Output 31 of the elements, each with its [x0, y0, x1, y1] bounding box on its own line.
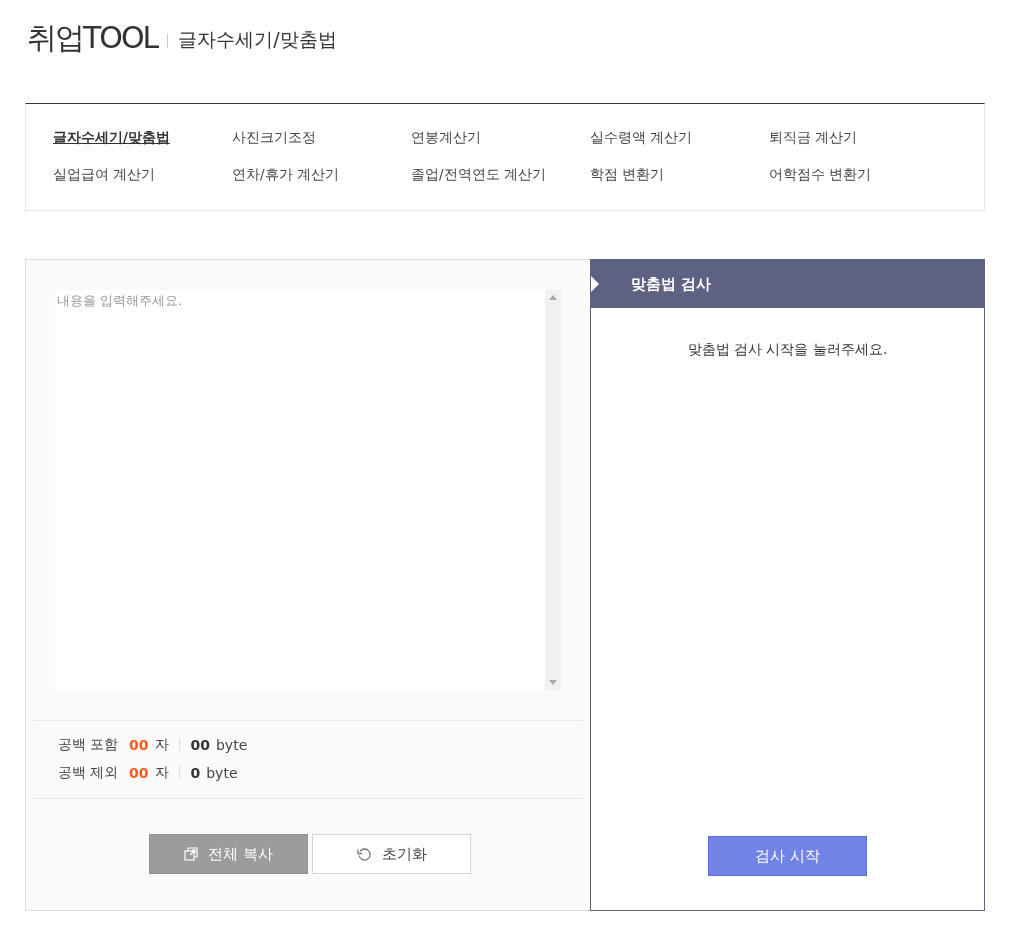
char-count: 00: [129, 764, 149, 781]
menu-link[interactable]: 연차/휴가 계산기: [232, 164, 411, 186]
char-unit: 자: [155, 735, 170, 754]
stat-label: 공백 포함: [58, 735, 120, 754]
menu-link[interactable]: 퇴직금 계산기: [769, 128, 984, 150]
byte-unit: byte: [206, 764, 238, 781]
scroll-up-icon[interactable]: [549, 294, 557, 300]
menu-link[interactable]: 실업급여 계산기: [53, 164, 232, 186]
site-logo[interactable]: 취업TOOL: [27, 17, 158, 59]
reset-icon: [356, 846, 372, 862]
scrollbar[interactable]: [545, 290, 561, 690]
byte-count: 0: [190, 764, 201, 781]
text-input-area[interactable]: 내용을 입력해주세요.: [55, 290, 545, 690]
reset-button[interactable]: 초기화: [312, 834, 471, 874]
menu-link[interactable]: 사진크기조정: [232, 128, 411, 150]
stat-label: 공백 제외: [58, 763, 120, 782]
menu-link[interactable]: 글자수세기/맞춤법: [53, 128, 232, 150]
copy-icon: [184, 847, 199, 861]
menu-link[interactable]: 어학점수 변환기: [769, 164, 984, 186]
char-count: 00: [129, 736, 149, 753]
menu-link[interactable]: 연봉계산기: [411, 128, 590, 150]
scroll-down-icon[interactable]: [549, 680, 557, 686]
menu-link[interactable]: 졸업/전역연도 계산기: [411, 164, 590, 186]
byte-count: 00: [190, 736, 210, 753]
page-title: 글자수세기/맞춤법: [178, 27, 337, 52]
byte-unit: byte: [215, 736, 248, 753]
spellcheck-message: 맞춤법 검사 시작을 눌러주세요.: [687, 341, 888, 359]
menu-link[interactable]: 실수령액 계산기: [590, 128, 769, 150]
spellcheck-title: 맞춤법 검사: [631, 274, 712, 294]
char-unit: 자: [155, 763, 170, 782]
menu-link[interactable]: 학점 변환기: [590, 164, 769, 186]
